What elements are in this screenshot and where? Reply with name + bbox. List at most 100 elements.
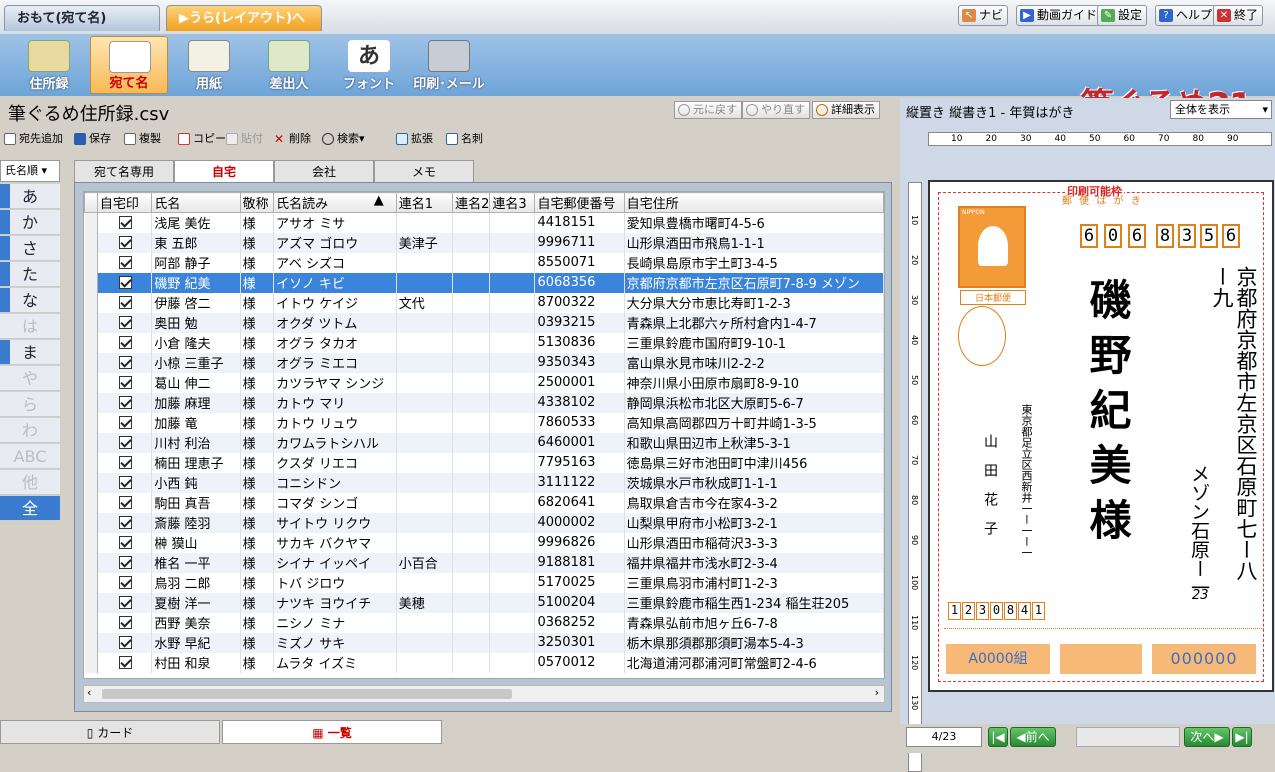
joint-name-3-cell[interactable] <box>489 232 536 253</box>
zip-cell[interactable]: 9188181 <box>534 552 625 573</box>
col-joint-name-3[interactable]: 連名3 <box>489 192 536 213</box>
row-header[interactable] <box>84 512 98 533</box>
last-page-button[interactable]: ▶| <box>1232 727 1252 747</box>
name-cell[interactable]: 奥田 勉 <box>151 312 241 333</box>
row-header[interactable] <box>84 452 98 473</box>
joint-name-2-cell[interactable] <box>452 632 491 653</box>
checkbox[interactable] <box>119 456 133 469</box>
duplicate-button[interactable]: 複製 <box>124 131 161 147</box>
home-print-cell[interactable] <box>97 572 153 593</box>
reading-cell[interactable]: コマダ シンゴ <box>273 492 397 513</box>
scroll-left-icon[interactable]: ‹ <box>87 686 91 699</box>
honorific-cell[interactable]: 様 <box>240 432 275 453</box>
table-row[interactable]: 阿部 静子様アベ シズコ 8550071 長崎県島原市宇土町3-4-5 <box>84 252 884 273</box>
col-name-reading[interactable]: 氏名読み ▲ <box>273 192 397 213</box>
reading-cell[interactable]: カワムラトシハル <box>273 432 397 453</box>
video-guide-button[interactable]: ▶ 動画ガイド <box>1016 5 1103 26</box>
kana-index-item[interactable]: 他 <box>0 470 60 495</box>
joint-name-1-cell[interactable] <box>396 352 454 373</box>
joint-name-1-cell[interactable] <box>396 212 454 233</box>
prev-page-button[interactable]: ◀前へ <box>1010 727 1056 747</box>
home-print-cell[interactable] <box>97 472 153 493</box>
checkbox[interactable] <box>119 436 133 449</box>
address-cell[interactable]: 福井県福井市浅水町2-3-4 <box>624 552 884 573</box>
zip-cell[interactable]: 3111122 <box>534 472 625 493</box>
address-cell[interactable]: 茨城県水戸市秋成町1-1-1 <box>624 472 884 493</box>
checkbox[interactable] <box>119 236 133 249</box>
address-cell[interactable]: 愛知県豊橋市曙町4-5-6 <box>624 212 884 233</box>
honorific-cell[interactable]: 様 <box>240 292 275 313</box>
table-row[interactable]: 伊藤 啓二様イトウ ケイジ 文代 8700322 大分県大分市恵比寿町1-2-3 <box>84 292 884 313</box>
table-row[interactable]: 小椋 三重子様オグラ ミエコ 9350343 富山県氷見市味川2-2-2 <box>84 352 884 373</box>
checkbox[interactable] <box>119 356 133 369</box>
name-cell[interactable]: 加藤 麻理 <box>151 392 241 413</box>
font-button[interactable]: あフォント <box>330 36 408 94</box>
name-cell[interactable]: 楠田 理恵子 <box>151 452 241 473</box>
tab-company[interactable]: 会社 <box>274 160 374 182</box>
reading-cell[interactable]: アサオ ミサ <box>273 212 397 233</box>
reading-cell[interactable]: コニシドン <box>273 472 397 493</box>
name-cell[interactable]: 小西 鈍 <box>151 472 241 493</box>
joint-name-2-cell[interactable] <box>452 592 491 613</box>
reading-cell[interactable]: ミズノ サキ <box>273 632 397 653</box>
name-cell[interactable]: 小倉 隆夫 <box>151 332 241 353</box>
zip-cell[interactable]: 8700322 <box>534 292 625 313</box>
reading-cell[interactable]: カツラヤマ シンジ <box>273 372 397 393</box>
name-cell[interactable]: 鳥羽 二郎 <box>151 572 241 593</box>
name-cell[interactable]: 西野 美奈 <box>151 612 241 633</box>
joint-name-3-cell[interactable] <box>489 312 536 333</box>
paper-button[interactable]: 用紙 <box>170 36 248 94</box>
joint-name-3-cell[interactable] <box>489 292 536 313</box>
zip-cell[interactable]: 9996826 <box>534 532 625 553</box>
reading-cell[interactable]: カトウ マリ <box>273 392 397 413</box>
home-print-cell[interactable] <box>97 412 153 433</box>
table-row[interactable]: 夏樹 洋一様ナツキ ヨウイチ 美穂 5100204 三重県鈴鹿市稲生西1-234 稲生… <box>84 592 884 613</box>
name-cell[interactable]: 阿部 静子 <box>151 252 241 273</box>
joint-name-1-cell[interactable] <box>396 312 454 333</box>
col-honorific[interactable]: 敬称 <box>239 192 275 213</box>
honorific-cell[interactable]: 様 <box>240 532 275 553</box>
reading-cell[interactable]: イトウ ケイジ <box>273 292 397 313</box>
address-cell[interactable]: 山形県酒田市飛鳥1-1-1 <box>624 232 884 253</box>
zip-cell[interactable]: 6820641 <box>534 492 625 513</box>
zip-cell[interactable]: 9350343 <box>534 352 625 373</box>
table-row[interactable]: 榊 獏山様サカキ バクヤマ 9996826 山形県酒田市稲荷沢3-3-3 <box>84 532 884 553</box>
name-cell[interactable]: 榊 獏山 <box>151 532 241 553</box>
joint-name-2-cell[interactable] <box>452 292 491 313</box>
reading-cell[interactable]: サイトウ リクウ <box>273 512 397 533</box>
reading-cell[interactable]: オグラ タカオ <box>273 332 397 353</box>
home-print-cell[interactable] <box>97 212 153 233</box>
joint-name-1-cell[interactable] <box>396 412 454 433</box>
home-print-cell[interactable] <box>97 292 153 313</box>
row-header[interactable] <box>84 532 98 553</box>
name-cell[interactable]: 夏樹 洋一 <box>151 592 241 613</box>
checkbox[interactable] <box>119 536 133 549</box>
joint-name-3-cell[interactable] <box>489 572 536 593</box>
kana-index-item[interactable]: ABC <box>0 444 60 469</box>
row-header[interactable] <box>84 392 98 413</box>
table-row[interactable]: 東 五郎様アズマ ゴロウ 美津子 9996711 山形県酒田市飛鳥1-1-1 <box>84 232 884 253</box>
kana-index-item[interactable]: ま <box>0 340 60 365</box>
home-print-cell[interactable] <box>97 272 153 293</box>
joint-name-2-cell[interactable] <box>452 552 491 573</box>
col-home-zip[interactable]: 自宅郵便番号 <box>534 192 625 213</box>
joint-name-2-cell[interactable] <box>452 212 491 233</box>
col-home-address[interactable]: 自宅住所 <box>623 192 884 213</box>
checkbox[interactable] <box>119 216 133 230</box>
extend-button[interactable]: 拡張 <box>396 131 433 147</box>
checkbox[interactable] <box>119 556 133 569</box>
checkbox[interactable] <box>119 576 133 589</box>
row-header[interactable] <box>84 632 98 653</box>
home-print-cell[interactable] <box>97 452 153 473</box>
honorific-cell[interactable]: 様 <box>240 472 275 493</box>
tab-memo[interactable]: メモ <box>374 160 474 182</box>
table-row[interactable]: 鳥羽 二郎様トバ ジロウ 5170025 三重県鳥羽市浦村町1-2-3 <box>84 572 884 593</box>
address-cell[interactable]: 青森県弘前市旭ヶ丘6-7-8 <box>624 612 884 633</box>
reading-cell[interactable]: オグラ ミエコ <box>273 352 397 373</box>
checkbox[interactable] <box>119 316 133 329</box>
reading-cell[interactable]: オクダ ツトム <box>273 312 397 333</box>
joint-name-3-cell[interactable] <box>489 652 536 673</box>
checkbox[interactable] <box>119 476 133 489</box>
page-slider[interactable] <box>1076 727 1180 747</box>
joint-name-3-cell[interactable] <box>489 452 536 473</box>
